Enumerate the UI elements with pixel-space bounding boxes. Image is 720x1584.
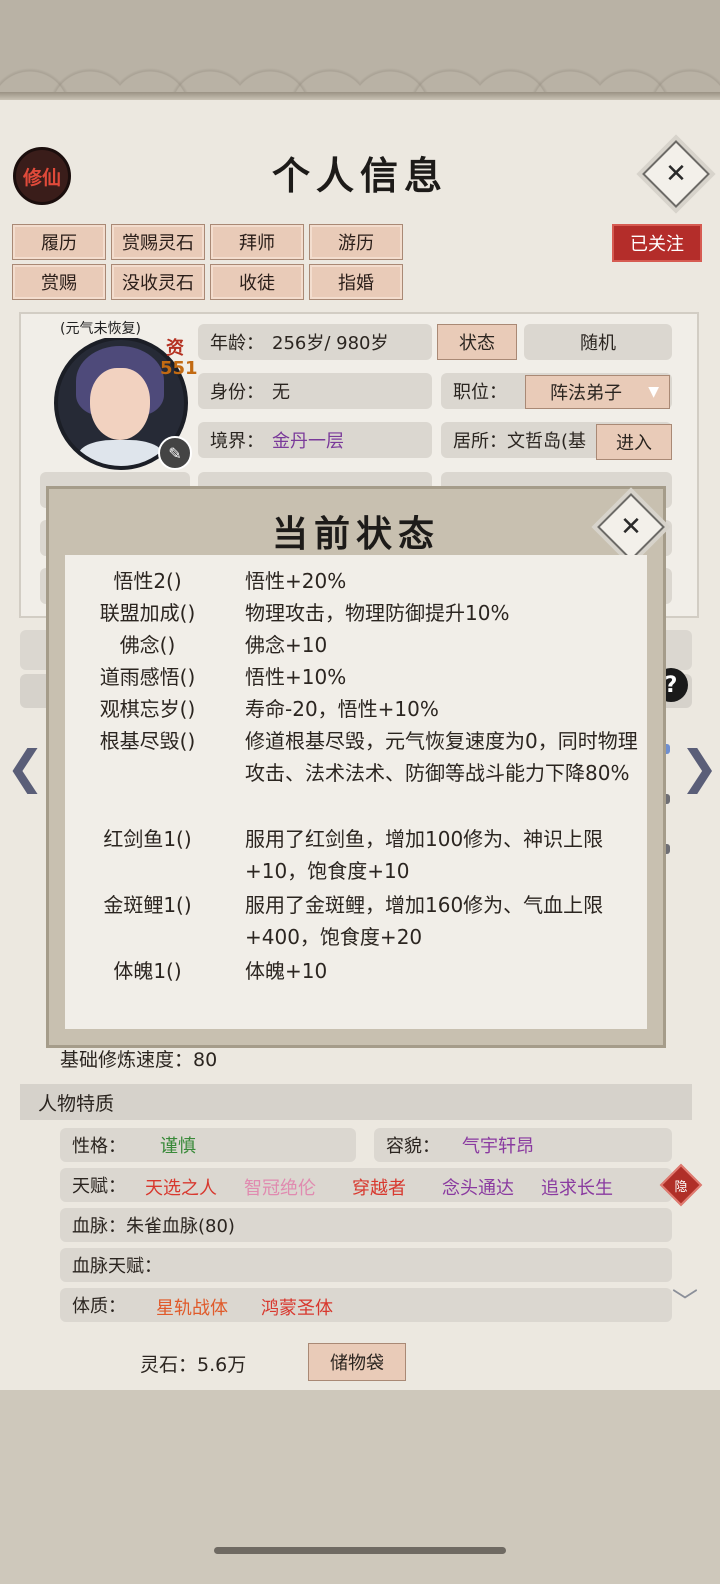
status-name: 悟性2() — [113, 569, 182, 593]
identity-label: 身份： — [210, 382, 264, 403]
talent-tag[interactable]: 念头通达 — [442, 1174, 514, 1200]
age-value: 256岁/ 980岁 — [272, 333, 389, 354]
status-effect: 体魄+10 — [245, 959, 328, 983]
post-value: 阵法弟子 — [550, 383, 622, 404]
close-icon: ✕ — [665, 159, 687, 189]
enter-button[interactable]: 进入 — [596, 424, 672, 460]
chevron-right-icon[interactable]: ❯ — [680, 740, 719, 794]
physique-field: 体质： — [60, 1288, 672, 1322]
personality-label: 性格： — [72, 1136, 126, 1157]
status-name: 金斑鲤1() — [103, 893, 192, 917]
status-name: 道雨感悟() — [99, 665, 196, 689]
status-effect: 寿命-20，悟性+10% — [245, 697, 439, 721]
reward-button[interactable]: 赏赐 — [12, 264, 106, 300]
bloodline-talent-label: 血脉天赋： — [72, 1256, 162, 1277]
avatar-face — [90, 368, 150, 440]
edit-pen-icon[interactable]: ✎ — [158, 436, 192, 470]
bloodline-field: 血脉： 朱雀血脉(80) — [60, 1208, 672, 1242]
status-name: 观棋忘岁() — [99, 697, 196, 721]
looks-label: 容貌： — [386, 1136, 440, 1157]
status-effect: 修道根基尽毁，元气恢复速度为0，同时物理攻击、法术法术、防御等战斗能力下降80% — [245, 729, 638, 785]
looks-value: 气宇轩昂 — [462, 1136, 534, 1157]
physique-tag[interactable]: 鸿蒙圣体 — [261, 1294, 333, 1320]
chevron-down-icon: ▼ — [648, 384, 659, 400]
residence-label: 居所： — [453, 431, 507, 452]
home-indicator[interactable] — [214, 1547, 506, 1554]
personality-value: 谨慎 — [160, 1136, 196, 1157]
identity-field: 身份： 无 — [198, 373, 432, 409]
realm-field: 境界： 金丹一层 — [198, 422, 432, 458]
spirit-stone-label: 灵石： — [140, 1354, 198, 1376]
talent-tag[interactable]: 追求长生 — [541, 1174, 613, 1200]
confiscate-stones-button[interactable]: 没收灵石 — [111, 264, 205, 300]
travel-button[interactable]: 游历 — [309, 224, 403, 260]
status-name: 佛念() — [119, 633, 176, 657]
status-button[interactable]: 状态 — [437, 324, 517, 360]
bloodline-talent-field: 血脉天赋： — [60, 1248, 672, 1282]
decorative-header-band — [0, 0, 720, 100]
post-label: 职位： — [453, 382, 507, 403]
aptitude-value: 551 — [160, 358, 198, 379]
aptitude-label: 资 — [166, 338, 184, 359]
status-effect: 悟性+20% — [245, 569, 347, 593]
post-dropdown[interactable]: 阵法弟子 ▼ — [525, 375, 670, 409]
looks-field: 容貌： 气宇轩昂 — [374, 1128, 672, 1162]
take-disciple-button[interactable]: 收徒 — [210, 264, 304, 300]
storage-bag-button[interactable]: 储物袋 — [308, 1343, 406, 1381]
bottom-area — [0, 1390, 720, 1584]
status-list: 悟性2() 悟性+20% 联盟加成() 物理攻击，物理防御提升10% 佛念() … — [65, 555, 647, 1029]
talent-tag[interactable]: 穿越者 — [352, 1174, 406, 1200]
status-name: 体魄1() — [113, 959, 182, 983]
status-name: 根基尽毁() — [99, 729, 196, 753]
apprentice-button[interactable]: 拜师 — [210, 224, 304, 260]
realm-value: 金丹一层 — [272, 431, 344, 452]
avatar-status-note: (元气未恢复) — [56, 318, 145, 338]
status-name: 联盟加成() — [99, 601, 196, 625]
chevron-down-icon[interactable]: ﹀ — [672, 1282, 698, 1319]
status-dialog: 当前状态 ✕ 悟性2() 悟性+20% 联盟加成() 物理攻击，物理防御提升10… — [46, 486, 666, 1048]
cultivation-speed-label: 基础修炼速度： — [60, 1049, 194, 1071]
identity-value: 无 — [272, 382, 290, 403]
traits-section-header: 人物特质 — [20, 1084, 692, 1120]
status-effect: 悟性+10% — [245, 665, 347, 689]
talent-tag[interactable]: 智冠绝伦 — [244, 1174, 316, 1200]
page-title: 个人信息 — [271, 153, 448, 198]
close-icon: ✕ — [620, 512, 642, 542]
dialog-title: 当前状态 — [271, 513, 440, 555]
status-effect: 佛念+10 — [245, 633, 328, 657]
bloodline-label: 血脉： — [72, 1216, 126, 1237]
personality-field: 性格： 谨慎 — [60, 1128, 356, 1162]
status-effect: 物理攻击，物理防御提升10% — [245, 601, 510, 625]
hidden-badge-label: 隐 — [674, 1179, 688, 1195]
status-name: 红剑鱼1() — [103, 827, 192, 851]
age-field: 年龄： 256岁/ 980岁 — [198, 324, 432, 360]
realm-label: 境界： — [210, 431, 264, 452]
talent-tag[interactable]: 天选之人 — [145, 1174, 217, 1200]
avatar-robe — [78, 440, 164, 466]
history-button[interactable]: 履历 — [12, 224, 106, 260]
spirit-stones: 灵石：5.6万 — [140, 1350, 246, 1377]
follow-button[interactable]: 已关注 — [612, 224, 702, 262]
status-effect: 服用了红剑鱼，增加100修为、神识上限+10，饱食度+10 — [245, 827, 604, 883]
physique-tag[interactable]: 星轨战体 — [156, 1294, 228, 1320]
talent-label: 天赋： — [72, 1176, 126, 1197]
spirit-stone-value: 5.6万 — [197, 1354, 247, 1376]
residence-value: 文哲岛(基 — [507, 431, 587, 452]
reward-stones-button[interactable]: 赏赐灵石 — [111, 224, 205, 260]
cultivation-speed: 基础修炼速度：80 — [60, 1045, 217, 1072]
status-effect: 服用了金斑鲤，增加160修为、气血上限+400，饱食度+20 — [245, 893, 604, 949]
age-label: 年龄： — [210, 333, 264, 354]
cultivation-speed-value: 80 — [193, 1049, 218, 1071]
bloodline-value: 朱雀血脉(80) — [126, 1216, 235, 1237]
chevron-left-icon[interactable]: ❮ — [6, 740, 45, 794]
physique-label: 体质： — [72, 1296, 126, 1317]
arrange-marriage-button[interactable]: 指婚 — [309, 264, 403, 300]
random-button[interactable]: 随机 — [524, 324, 672, 360]
